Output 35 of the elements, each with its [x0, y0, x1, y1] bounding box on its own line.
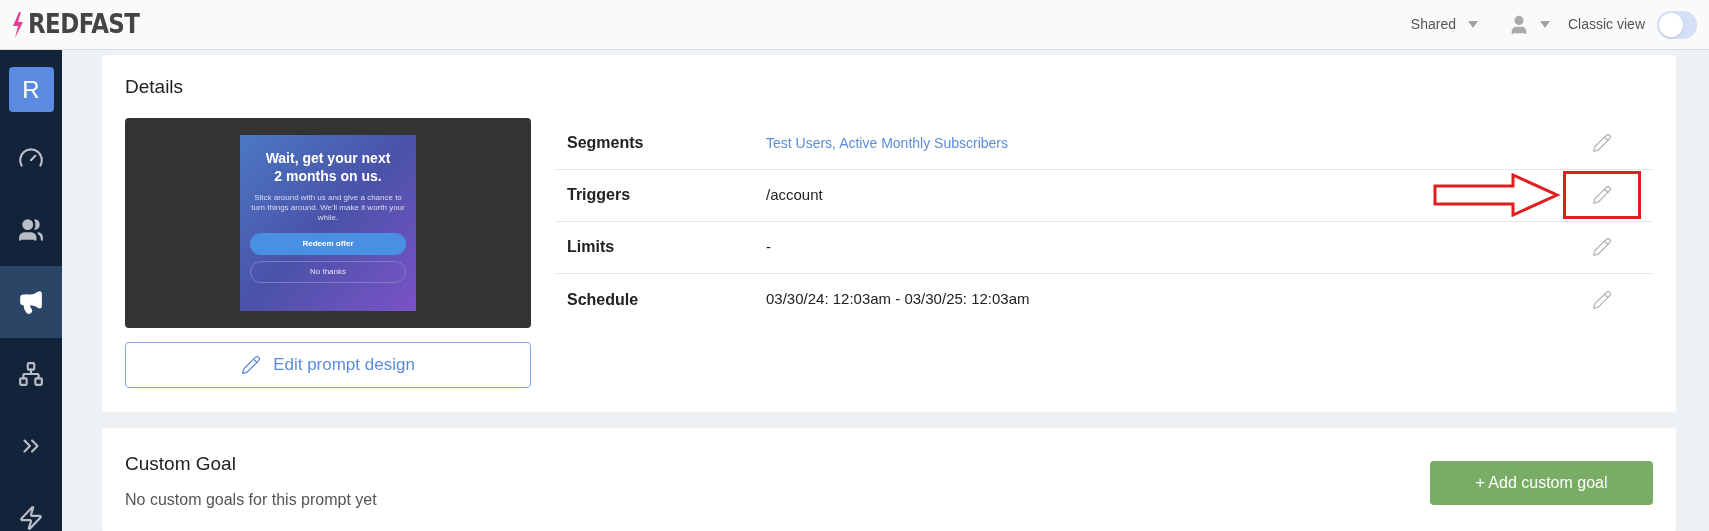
classic-view-label: Classic view	[1568, 15, 1645, 34]
row-label: Schedule	[567, 289, 640, 310]
details-title: Details	[125, 75, 185, 99]
row-value: -	[766, 236, 771, 257]
row-value-link[interactable]: Test Users, Active Monthly Subscribers	[766, 132, 1008, 154]
lightning-icon	[12, 11, 24, 38]
pencil-icon	[1592, 237, 1612, 257]
prompt-headline: Wait, get your next 2 months on us.	[264, 148, 392, 185]
pencil-icon	[1592, 289, 1612, 310]
prompt-body: Stick around with us and give a chance to turn things around. We'll make it worth your while.	[250, 192, 406, 223]
caret-icon	[1468, 21, 1478, 28]
logo-text: REDFAST	[28, 7, 140, 42]
redeem-offer-button[interactable]: Redeem offer	[250, 232, 406, 255]
users-icon	[18, 217, 44, 243]
avatar[interactable]: R	[8, 67, 54, 112]
row-label: Triggers	[567, 185, 632, 205]
row-value: /account	[766, 184, 823, 205]
row-label: Segments	[567, 133, 645, 153]
custom-goal-title: Custom Goal	[125, 451, 237, 476]
pencil-icon	[1592, 133, 1612, 153]
sidebar-item[interactable]	[0, 266, 62, 338]
megaphone-icon	[18, 289, 44, 315]
bolt-icon	[18, 505, 44, 531]
add-custom-goal-button[interactable]: + Add custom goal	[1430, 460, 1653, 505]
edit-button[interactable]	[1563, 171, 1641, 219]
pencil-icon	[241, 354, 262, 375]
pencil-icon	[1592, 185, 1612, 205]
classic-view-toggle[interactable]	[1657, 10, 1697, 39]
caret-icon	[1540, 21, 1550, 28]
row-value: 03/30/24: 12:03am - 03/30/25: 12:03am	[766, 289, 1030, 310]
network-icon	[18, 361, 44, 387]
shared-menu[interactable]: Shared	[1410, 14, 1478, 35]
row-label: Limits	[567, 237, 616, 257]
edit-prompt-design-button[interactable]: Edit prompt design	[125, 341, 531, 388]
custom-goal-subtitle: No custom goals for this prompt yet	[125, 490, 377, 510]
